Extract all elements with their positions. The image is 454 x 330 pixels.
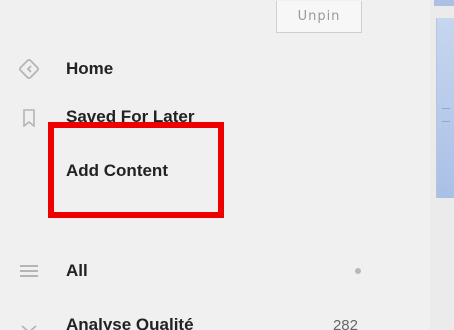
sidebar-item-analyse-qualite[interactable]: Analyse Qualité 282 (0, 314, 430, 330)
home-icon (18, 58, 40, 80)
item-count: 282 (332, 317, 358, 330)
sidebar-item-saved-for-later[interactable]: Saved For Later (0, 103, 430, 127)
sidebar-item-label: Analyse Qualité (66, 315, 194, 330)
scrollbar-grip[interactable] (442, 108, 450, 122)
list-icon (18, 260, 40, 282)
sidebar-item-label: Add Content (66, 161, 168, 180)
sidebar: Unpin Home Saved For Later Add Content A… (0, 0, 430, 330)
sidebar-item-all[interactable]: All (0, 256, 430, 286)
sidebar-item-label: Saved For Later (66, 107, 195, 126)
unpin-button[interactable]: Unpin (276, 1, 362, 33)
content-header-strip (434, 0, 454, 6)
chevron-down-icon (18, 318, 40, 330)
unread-dot (355, 268, 361, 274)
sidebar-item-home[interactable]: Home (0, 54, 430, 84)
sidebar-item-add-content[interactable]: Add Content (0, 156, 430, 186)
sidebar-item-label: Home (66, 59, 114, 78)
bookmark-icon (18, 107, 40, 127)
content-pane-edge (430, 0, 454, 330)
sidebar-item-label: All (66, 261, 88, 280)
